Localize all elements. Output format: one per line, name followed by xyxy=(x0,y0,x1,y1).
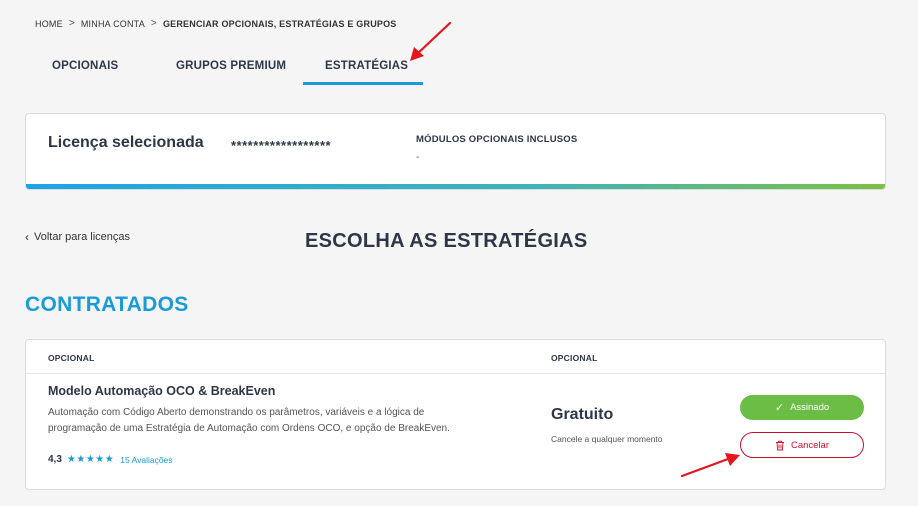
contracted-table: OPCIONAL OPCIONAL Modelo Automação OCO &… xyxy=(25,339,886,490)
signed-button[interactable]: ✓ Assinado xyxy=(740,395,864,420)
license-card: Licença selecionada ****************** M… xyxy=(25,113,886,190)
cancel-label: Cancelar xyxy=(790,439,830,451)
column-header: OPCIONAL xyxy=(551,353,598,363)
column-header: OPCIONAL xyxy=(48,353,95,363)
option-rating: 4,3 ★★★★★ 15 Avaliações xyxy=(48,454,173,465)
option-price: Gratuito xyxy=(551,406,614,423)
reviews-link[interactable]: 15 Avaliações xyxy=(120,455,172,465)
tab-grupos-premium[interactable]: GRUPOS PREMIUM xyxy=(176,60,286,72)
license-title: Licença selecionada xyxy=(48,134,204,151)
page-title: ESCOLHA AS ESTRATÉGIAS xyxy=(305,230,588,252)
signed-label: Assinado xyxy=(790,402,830,413)
price-note: Cancele a qualquer momento xyxy=(551,434,663,444)
tab-estrategias[interactable]: ESTRATÉGIAS xyxy=(325,60,408,72)
active-tab-indicator xyxy=(303,82,423,85)
cancel-button[interactable]: Cancelar xyxy=(740,432,864,458)
breadcrumb-separator: > xyxy=(68,18,75,29)
section-title: CONTRATADOS xyxy=(25,293,189,316)
breadcrumb-account[interactable]: MINHA CONTA xyxy=(81,19,145,29)
tab-bar: OPCIONAIS GRUPOS PREMIUM ESTRATÉGIAS xyxy=(0,60,918,86)
option-description: Automação com Código Aberto demonstrando… xyxy=(48,407,450,434)
chevron-left-icon: ‹ xyxy=(25,230,29,244)
breadcrumb-separator: > xyxy=(150,18,157,29)
header-divider xyxy=(26,373,885,374)
breadcrumb-current: GERENCIAR OPCIONAIS, ESTRATÉGIAS E GRUPO… xyxy=(162,18,397,29)
breadcrumb: HOME > MINHA CONTA > GERENCIAR OPCIONAIS… xyxy=(35,18,397,29)
back-to-licenses-link[interactable]: ‹ Voltar para licenças xyxy=(25,230,130,244)
back-link-label: Voltar para licenças xyxy=(34,231,130,243)
modules-value: - xyxy=(416,152,420,163)
rating-score: 4,3 xyxy=(48,454,62,465)
license-gradient-bar xyxy=(26,184,885,189)
trash-icon xyxy=(775,440,784,450)
star-icon: ★★★★★ xyxy=(66,454,115,465)
check-icon: ✓ xyxy=(774,402,785,414)
option-name: Modelo Automação OCO & BreakEven xyxy=(48,384,276,398)
breadcrumb-home[interactable]: HOME xyxy=(35,19,63,29)
license-key: ****************** xyxy=(231,138,332,153)
tab-opcionais[interactable]: OPCIONAIS xyxy=(52,60,118,72)
modules-label: MÓDULOS OPCIONAIS INCLUSOS xyxy=(416,134,578,145)
